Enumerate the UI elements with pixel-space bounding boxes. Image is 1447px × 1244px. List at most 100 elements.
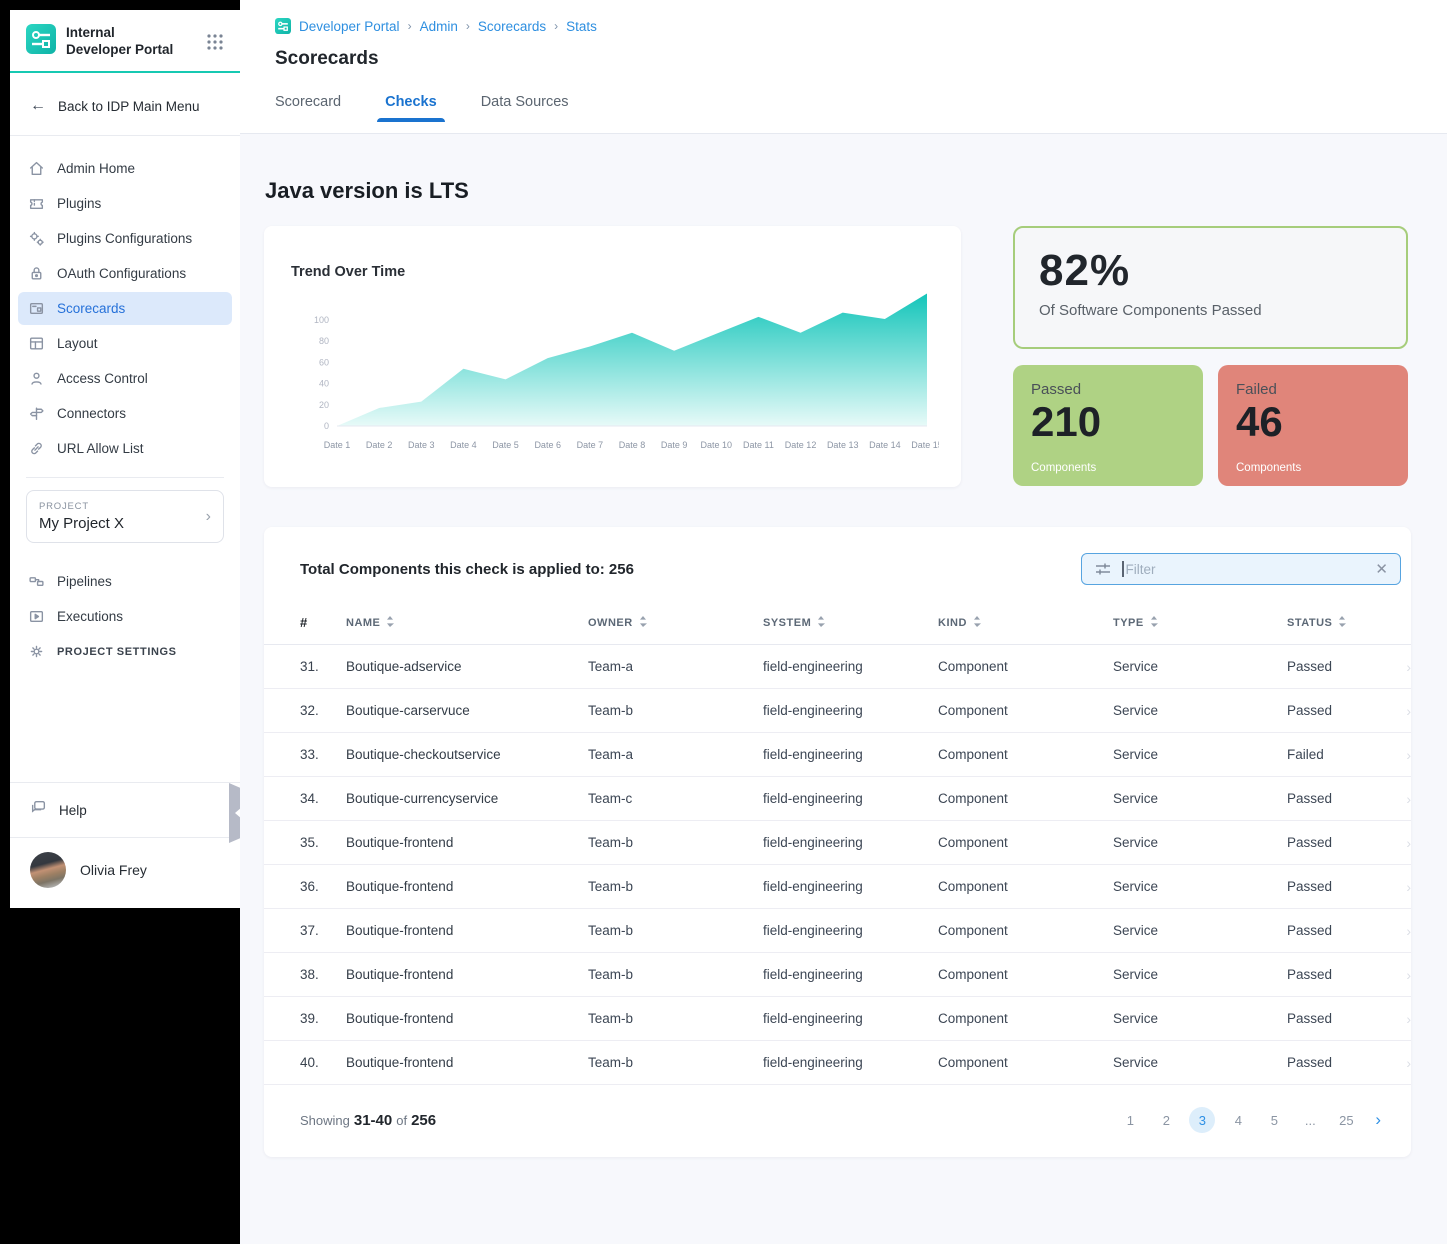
svg-text:Date 11: Date 11	[743, 440, 774, 450]
user-menu[interactable]: Olivia Frey	[10, 837, 240, 908]
sidebar-item-label: Executions	[57, 609, 123, 624]
table-row[interactable]: 36.Boutique-frontendTeam-bfield-engineer…	[264, 865, 1411, 909]
close-icon[interactable]: ✕	[1373, 560, 1390, 578]
sort-icon[interactable]	[817, 616, 825, 630]
cell-num: 38.	[300, 967, 346, 982]
breadcrumb-link-stats[interactable]: Stats	[566, 19, 597, 34]
sidebar-item-executions[interactable]: Executions	[18, 600, 232, 633]
table-body: 31.Boutique-adserviceTeam-afield-enginee…	[264, 645, 1411, 1085]
home-icon	[28, 160, 45, 177]
cell-kind: Component	[938, 879, 1113, 894]
cell-num: 31.	[300, 659, 346, 674]
project-menu: Pipelines Executions PROJECT SETTINGS	[10, 559, 240, 668]
cell-system: field-engineering	[763, 747, 938, 762]
sort-icon[interactable]	[1338, 616, 1346, 630]
scorecard-icon	[28, 300, 45, 317]
main-content: Developer Portal›Admin›Scorecards›Stats …	[240, 0, 1447, 1244]
sidebar-item-label: Layout	[57, 336, 98, 351]
svg-text:Date 12: Date 12	[785, 440, 817, 450]
sidebar-item-connectors[interactable]: Connectors	[18, 397, 232, 430]
sidebar-item-label: OAuth Configurations	[57, 266, 186, 281]
table-row[interactable]: 31.Boutique-adserviceTeam-afield-enginee…	[264, 645, 1411, 689]
cell-kind: Component	[938, 747, 1113, 762]
page-title: Scorecards	[275, 48, 1447, 70]
table-row[interactable]: 39.Boutique-frontendTeam-bfield-engineer…	[264, 997, 1411, 1041]
column-header-owner[interactable]: OWNER	[588, 616, 763, 630]
table-row[interactable]: 34.Boutique-currencyserviceTeam-cfield-e…	[264, 777, 1411, 821]
column-header-system[interactable]: SYSTEM	[763, 616, 938, 630]
sidebar-item-url-allow-list[interactable]: URL Allow List	[18, 432, 232, 465]
page-5[interactable]: 5	[1261, 1107, 1287, 1133]
breadcrumb-link-admin[interactable]: Admin	[420, 19, 458, 34]
cell-kind: Component	[938, 1055, 1113, 1070]
cell-owner: Team-b	[588, 879, 763, 894]
cell-name: Boutique-currencyservice	[346, 791, 588, 806]
cell-type: Service	[1113, 1055, 1287, 1070]
breadcrumb-link-scorecards[interactable]: Scorecards	[478, 19, 546, 34]
apps-grid-icon[interactable]	[204, 31, 226, 53]
sidebar-item-layout[interactable]: Layout	[18, 327, 232, 360]
divider	[26, 477, 224, 478]
trend-over-time-chart: 020406080100Date 1Date 2Date 3Date 4Date…	[291, 290, 939, 466]
help-button[interactable]: Help	[10, 782, 240, 837]
page-1[interactable]: 1	[1117, 1107, 1143, 1133]
sidebar-item-label: Connectors	[57, 406, 126, 421]
page-4[interactable]: 4	[1225, 1107, 1251, 1133]
breadcrumb-separator-icon: ›	[408, 19, 412, 33]
lock-icon	[28, 265, 45, 282]
sidebar-item-project-settings[interactable]: PROJECT SETTINGS	[18, 635, 232, 668]
svg-text:20: 20	[319, 400, 329, 410]
row-chevron-icon: ›	[1391, 1055, 1411, 1071]
cell-num: 33.	[300, 747, 346, 762]
breadcrumb-link-developer-portal[interactable]: Developer Portal	[299, 19, 400, 34]
table-row[interactable]: 33.Boutique-checkoutserviceTeam-afield-e…	[264, 733, 1411, 777]
table-row[interactable]: 37.Boutique-frontendTeam-bfield-engineer…	[264, 909, 1411, 953]
back-to-idp-main-menu[interactable]: ← Back to IDP Main Menu	[10, 73, 240, 136]
cell-num: 35.	[300, 835, 346, 850]
cell-status: Passed	[1287, 879, 1391, 894]
cell-name: Boutique-frontend	[346, 967, 588, 982]
page-2[interactable]: 2	[1153, 1107, 1179, 1133]
cell-kind: Component	[938, 703, 1113, 718]
page-25[interactable]: 25	[1333, 1107, 1359, 1133]
tab-scorecard[interactable]: Scorecard	[275, 94, 341, 122]
column-header-[interactable]: #	[300, 615, 346, 630]
sort-icon[interactable]	[1150, 616, 1158, 630]
sidebar-item-pipelines[interactable]: Pipelines	[18, 565, 232, 598]
sort-icon[interactable]	[386, 616, 394, 630]
table-row[interactable]: 35.Boutique-frontendTeam-bfield-engineer…	[264, 821, 1411, 865]
column-header-name[interactable]: NAME	[346, 616, 588, 630]
page-3[interactable]: 3	[1189, 1107, 1215, 1133]
cell-owner: Team-b	[588, 1055, 763, 1070]
cell-status: Passed	[1287, 1011, 1391, 1026]
sidebar-item-plugins[interactable]: Plugins	[18, 187, 232, 220]
sidebar-item-access-control[interactable]: Access Control	[18, 362, 232, 395]
sort-icon[interactable]	[639, 616, 647, 630]
table-row[interactable]: 38.Boutique-frontendTeam-bfield-engineer…	[264, 953, 1411, 997]
row-chevron-icon: ›	[1391, 879, 1411, 895]
sidebar-item-label: PROJECT SETTINGS	[57, 646, 177, 658]
column-header-type[interactable]: TYPE	[1113, 616, 1287, 630]
table-row[interactable]: 32.Boutique-carservuceTeam-bfield-engine…	[264, 689, 1411, 733]
cell-owner: Team-b	[588, 1011, 763, 1026]
cell-status: Passed	[1287, 703, 1391, 718]
tab-data-sources[interactable]: Data Sources	[481, 94, 569, 122]
svg-text:Date 15: Date 15	[911, 440, 939, 450]
cell-status: Passed	[1287, 791, 1391, 806]
filter-input[interactable]	[1126, 562, 1374, 577]
sidebar-item-scorecards[interactable]: Scorecards	[18, 292, 232, 325]
column-header-kind[interactable]: KIND	[938, 616, 1113, 630]
pagination: 12345...25›	[1117, 1107, 1381, 1133]
next-page-icon[interactable]: ›	[1375, 1110, 1381, 1130]
column-header-status[interactable]: STATUS	[1287, 616, 1391, 630]
tab-checks[interactable]: Checks	[385, 94, 437, 122]
sort-icon[interactable]	[973, 616, 981, 630]
sidebar-item-plugins-configurations[interactable]: Plugins Configurations	[18, 222, 232, 255]
cell-owner: Team-b	[588, 923, 763, 938]
sidebar-item-oauth-configurations[interactable]: OAuth Configurations	[18, 257, 232, 290]
project-selector[interactable]: PROJECT My Project X ›	[26, 490, 224, 543]
help-chat-icon	[30, 799, 47, 821]
table-row[interactable]: 40.Boutique-frontendTeam-bfield-engineer…	[264, 1041, 1411, 1085]
sidebar-item-admin-home[interactable]: Admin Home	[18, 152, 232, 185]
filter-box[interactable]: ✕	[1081, 553, 1401, 585]
